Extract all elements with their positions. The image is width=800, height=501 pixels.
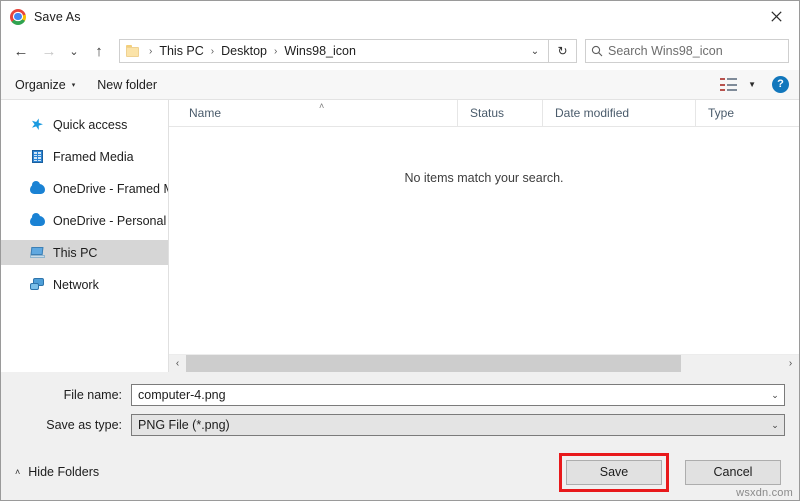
file-fields: File name: computer-4.png ⌄ Save as type… xyxy=(1,372,799,444)
breadcrumb-separator: › xyxy=(210,45,215,57)
column-header-label: Type xyxy=(708,106,735,120)
empty-list-message: No items match your search. xyxy=(404,171,564,185)
scrollbar-track[interactable] xyxy=(186,355,782,372)
dialog-buttons: Save Cancel xyxy=(559,452,781,492)
file-list-pane: Name ˄ Status Date modified Type No item… xyxy=(169,100,799,372)
scrollbar-thumb[interactable] xyxy=(186,355,681,372)
column-header-date-modified[interactable]: Date modified xyxy=(543,100,696,126)
title-bar: Save As xyxy=(1,1,799,32)
sidebar-item-this-pc[interactable]: This PC xyxy=(1,240,168,265)
save-as-type-select[interactable]: PNG File (*.png) ⌄ xyxy=(131,414,785,436)
chevron-down-icon: ▾ xyxy=(71,81,76,89)
help-icon[interactable]: ? xyxy=(772,76,789,93)
command-bar: Organize ▾ New folder ▼ ? xyxy=(1,70,799,100)
folder-icon xyxy=(126,45,141,57)
file-name-input[interactable]: computer-4.png xyxy=(132,388,766,402)
breadcrumb-item-wins98-icon[interactable]: Wins98_icon xyxy=(282,44,358,58)
save-as-type-row: Save as type: PNG File (*.png) ⌄ xyxy=(15,414,785,436)
sidebar-item-quick-access[interactable]: ★ Quick access xyxy=(1,112,168,137)
address-chevron-down-icon[interactable]: ⌄ xyxy=(522,46,548,57)
file-list-header: Name ˄ Status Date modified Type xyxy=(169,100,799,127)
column-header-status[interactable]: Status xyxy=(458,100,543,126)
search-box[interactable]: Search Wins98_icon xyxy=(585,39,789,63)
sidebar-item-network[interactable]: Network xyxy=(1,272,168,297)
navigation-bar: ← → ⌄ ↑ › This PC › Desktop › Wins98_ico… xyxy=(1,32,799,70)
column-header-name[interactable]: Name ˄ xyxy=(169,100,458,126)
chrome-icon xyxy=(10,8,26,25)
sidebar-item-label: Framed Media xyxy=(53,149,134,164)
address-bar[interactable]: › This PC › Desktop › Wins98_icon ⌄ xyxy=(119,39,549,63)
cancel-button[interactable]: Cancel xyxy=(685,459,781,485)
cloud-icon xyxy=(29,180,45,197)
horizontal-scrollbar[interactable]: ‹ › xyxy=(169,354,799,372)
column-header-label: Name xyxy=(189,106,222,120)
star-icon: ★ xyxy=(27,114,47,135)
sidebar-item-label: OneDrive - Framed M xyxy=(53,181,169,196)
up-icon[interactable]: ↑ xyxy=(85,37,113,65)
file-name-label: File name: xyxy=(63,388,122,402)
sidebar-item-framed-media[interactable]: Framed Media xyxy=(1,144,168,169)
view-mode-icon[interactable] xyxy=(720,78,738,91)
column-header-label: Status xyxy=(470,106,505,120)
organize-label: Organize xyxy=(15,77,66,92)
view-options-chevron-down-icon[interactable]: ▼ xyxy=(748,80,756,89)
scroll-right-icon[interactable]: › xyxy=(782,355,799,372)
sidebar-item-label: This PC xyxy=(53,245,98,260)
navigation-sidebar: ★ Quick access Framed Media OneDrive - F… xyxy=(1,100,169,372)
chevron-down-icon[interactable]: ⌄ xyxy=(766,420,784,431)
close-icon[interactable] xyxy=(753,1,799,32)
cloud-icon xyxy=(29,212,45,229)
hide-folders-button[interactable]: ˄ Hide Folders xyxy=(15,465,99,479)
pc-icon xyxy=(29,245,45,261)
file-list-body[interactable]: No items match your search. xyxy=(169,127,799,354)
breadcrumb-separator: › xyxy=(149,45,153,57)
hide-folders-label: Hide Folders xyxy=(28,465,100,479)
network-icon xyxy=(29,277,45,293)
sidebar-item-label: Quick access xyxy=(53,117,128,132)
scroll-left-icon[interactable]: ‹ xyxy=(169,355,186,372)
search-icon xyxy=(586,45,608,57)
back-icon[interactable]: ← xyxy=(7,37,35,65)
sidebar-item-label: OneDrive - Personal xyxy=(53,213,167,228)
building-icon xyxy=(29,149,45,165)
organize-button[interactable]: Organize ▾ xyxy=(15,78,75,92)
column-header-label: Date modified xyxy=(555,106,630,120)
recent-locations-chevron-down-icon[interactable]: ⌄ xyxy=(63,37,85,65)
column-header-type[interactable]: Type xyxy=(696,100,799,126)
sort-ascending-icon: ˄ xyxy=(319,101,325,111)
refresh-icon[interactable]: ↻ xyxy=(549,39,577,63)
sidebar-item-onedrive-personal[interactable]: OneDrive - Personal xyxy=(1,208,168,233)
command-bar-right: ▼ ? xyxy=(720,76,789,93)
file-name-field[interactable]: computer-4.png ⌄ xyxy=(131,384,785,406)
save-button-highlight: Save xyxy=(559,452,669,492)
sidebar-item-label: Network xyxy=(53,277,99,292)
chevron-up-icon: ˄ xyxy=(15,467,21,477)
chevron-down-icon[interactable]: ⌄ xyxy=(766,390,784,401)
watermark: wsxdn.com xyxy=(736,487,793,499)
breadcrumb-separator: › xyxy=(274,45,278,57)
file-name-row: File name: computer-4.png ⌄ xyxy=(15,384,785,406)
search-input[interactable]: Search Wins98_icon xyxy=(608,44,723,58)
save-as-type-label: Save as type: xyxy=(46,418,122,432)
sidebar-item-onedrive-framed[interactable]: OneDrive - Framed M xyxy=(1,176,168,201)
dialog-footer: ˄ Hide Folders Save Cancel wsxdn.com xyxy=(1,444,799,500)
dialog-body: ★ Quick access Framed Media OneDrive - F… xyxy=(1,100,799,372)
save-as-dialog: Save As ← → ⌄ ↑ › This PC › Desktop › Wi… xyxy=(0,0,800,501)
breadcrumb-item-this-pc[interactable]: This PC xyxy=(157,44,205,58)
new-folder-button[interactable]: New folder xyxy=(97,78,157,92)
breadcrumb-item-desktop[interactable]: Desktop xyxy=(219,44,269,58)
new-folder-label: New folder xyxy=(97,77,157,92)
save-as-type-value: PNG File (*.png) xyxy=(138,418,230,432)
forward-icon[interactable]: → xyxy=(35,37,63,65)
window-title: Save As xyxy=(34,9,81,24)
save-button[interactable]: Save xyxy=(566,459,662,485)
